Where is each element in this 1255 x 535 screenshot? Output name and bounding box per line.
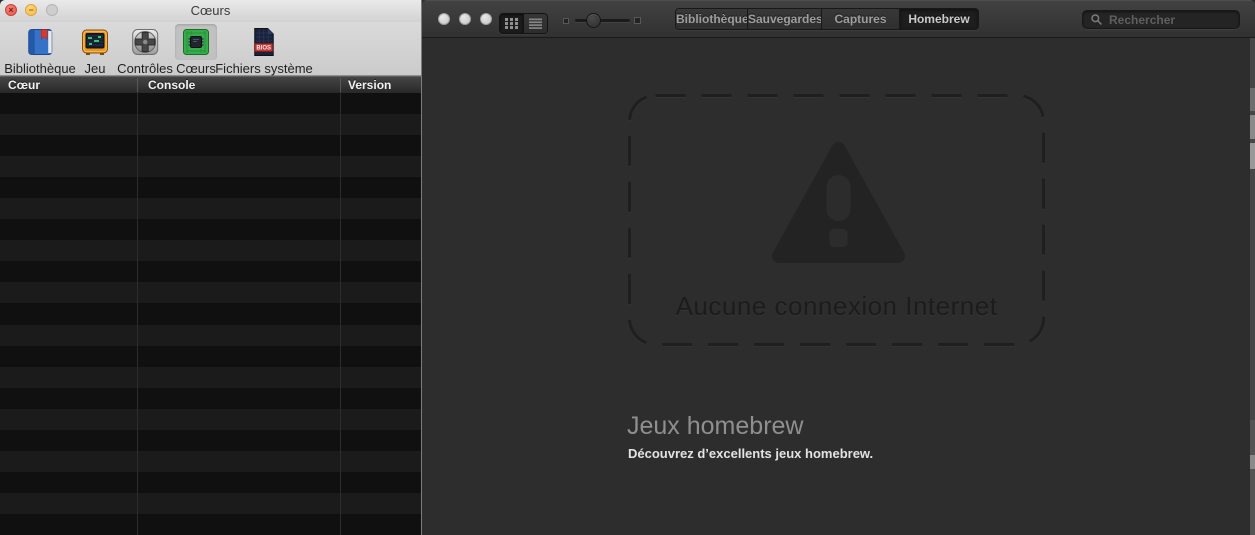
table-row[interactable] [0,366,421,388]
background-window-fragment [1250,143,1255,169]
toolbar-item-label: Fichiers système [215,61,313,76]
table-row[interactable] [0,282,421,304]
table-row[interactable] [0,198,421,220]
background-window-edge [1250,38,1255,535]
search-input[interactable] [1082,10,1240,29]
background-window-fragment [1250,455,1255,469]
homebrew-section-subheading: Découvrez d’excellents jeux homebrew. [628,446,874,461]
table-row[interactable] [0,387,421,409]
core-table-header: Cœur Console Version [0,76,421,93]
background-window-fragment [1250,420,1255,535]
list-view-button[interactable] [523,14,547,33]
core-chip-icon [181,27,211,57]
zoom-out-marker[interactable] [563,18,569,24]
warning-triangle-icon [770,139,907,265]
offline-message: Aucune connexion Internet [675,291,998,321]
zoom-in-marker[interactable] [634,17,641,24]
table-row[interactable] [0,240,421,262]
library-book-icon [25,27,55,57]
tab-captures[interactable]: Captures [821,9,899,29]
homebrew-section-heading: Jeux homebrew [627,412,804,440]
list-view-icon [529,18,542,29]
background-window-fragment [1250,88,1255,111]
view-mode-switcher [499,13,548,34]
zoom-slider-track[interactable] [575,19,630,22]
column-divider[interactable] [340,78,341,92]
preferences-titlebar[interactable]: Cœurs × − [0,0,421,22]
preferences-window: Cœurs × − Bibliothèque Jeu Contrôles Cœu… [0,0,422,535]
column-header-core[interactable]: Cœur [8,77,40,94]
column-header-version[interactable]: Version [348,77,391,94]
grid-view-button[interactable] [500,14,523,33]
toolbar-item-label: Jeu [84,61,106,76]
minimize-button-inactive[interactable] [459,13,471,25]
homebrew-content-area: Aucune connexion Internet Jeux homebrew … [422,38,1255,535]
toolbar-item-label: Bibliothèque [4,61,76,76]
minimize-icon: − [28,4,34,15]
tab-saves[interactable]: Sauvegardes [747,9,823,29]
close-icon: × [8,4,14,15]
toolbar-item-system-files[interactable]: BIOS Fichiers système [215,24,313,76]
close-button-inactive[interactable] [438,13,450,25]
table-row[interactable] [0,450,421,472]
tab-library[interactable]: Bibliothèque [676,9,749,29]
toolbar-item-cores[interactable]: Cœurs [175,24,217,76]
column-divider[interactable] [137,78,138,92]
library-window: Bibliothèque Sauvegardes Captures Homebr… [422,0,1255,535]
toolbar-item-label: Contrôles [117,61,173,76]
grid-view-icon [505,18,518,29]
preferences-toolbar: Bibliothèque Jeu Contrôles Cœurs BIOS Fi… [0,22,421,76]
table-row[interactable] [0,156,421,178]
table-row[interactable] [0,408,421,430]
search-field-container [1082,10,1240,29]
minimize-button[interactable]: − [25,4,37,16]
table-row[interactable] [0,429,421,451]
table-row[interactable] [0,324,421,346]
table-row[interactable] [0,135,421,157]
table-row[interactable] [0,492,421,514]
close-button[interactable]: × [5,4,17,16]
zoom-slider-knob[interactable] [586,13,601,28]
table-row[interactable] [0,303,421,325]
toolbar-item-controls[interactable]: Contrôles [117,24,173,76]
window-title: Cœurs [190,3,231,18]
toolbar-item-game[interactable]: Jeu [74,24,116,76]
gamepad-icon [131,28,159,56]
table-row[interactable] [0,177,421,199]
column-header-console[interactable]: Console [148,77,195,94]
library-category-tabs: Bibliothèque Sauvegardes Captures Homebr… [675,8,979,30]
tab-homebrew[interactable]: Homebrew [899,9,978,29]
bios-icon-label: BIOS [257,46,272,52]
toolbar-item-label: Cœurs [176,61,216,76]
toolbar-item-library[interactable]: Bibliothèque [4,24,76,76]
core-table-body [0,93,421,535]
bios-file-icon: BIOS [251,27,278,57]
table-row[interactable] [0,93,421,115]
table-row[interactable] [0,513,421,535]
library-titlebar[interactable]: Bibliothèque Sauvegardes Captures Homebr… [422,0,1255,38]
background-window-fragment [1250,115,1255,139]
game-tv-icon [80,27,110,57]
zoom-button-disabled [46,4,58,16]
table-row[interactable] [0,261,421,283]
table-row[interactable] [0,345,421,367]
zoom-button-inactive[interactable] [480,13,492,25]
table-row[interactable] [0,471,421,493]
table-row[interactable] [0,219,421,241]
table-row[interactable] [0,114,421,136]
